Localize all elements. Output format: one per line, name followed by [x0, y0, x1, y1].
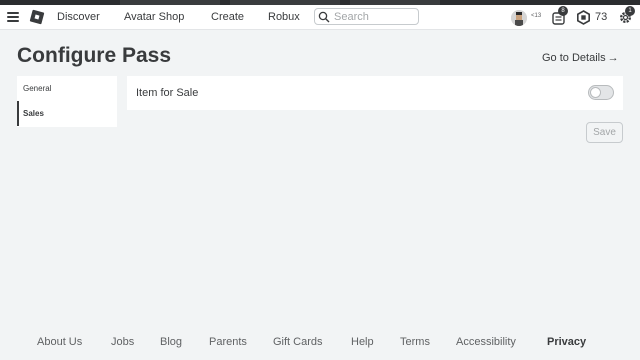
page-title: Configure Pass [17, 44, 172, 67]
nav-create[interactable]: Create [211, 11, 244, 23]
go-to-details-link[interactable]: Go to Details → [542, 52, 619, 64]
nav-discover[interactable]: Discover [57, 11, 100, 23]
footer-link-privacy[interactable]: Privacy [547, 336, 586, 348]
search-box[interactable] [314, 8, 419, 25]
configure-side-menu: General Sales [17, 76, 117, 127]
footer-link-parents[interactable]: Parents [209, 336, 247, 348]
settings-alert-badge: 1 [625, 6, 635, 16]
footer-link-accessibility[interactable]: Accessibility [456, 336, 516, 348]
menu-icon[interactable] [7, 12, 19, 22]
side-menu-item-sales[interactable]: Sales [17, 101, 117, 126]
item-for-sale-toggle[interactable] [588, 85, 614, 100]
footer-link-help[interactable]: Help [351, 336, 374, 348]
robux-icon [576, 10, 590, 25]
notifications-count-badge: 8 [558, 6, 568, 16]
footer-link-jobs[interactable]: Jobs [111, 336, 134, 348]
toggle-knob [590, 87, 601, 98]
footer-link-about-us[interactable]: About Us [37, 336, 82, 348]
side-menu-item-general[interactable]: General [17, 76, 117, 101]
top-navigation-bar: Discover Avatar Shop Create Robux <13 8 [0, 5, 640, 30]
footer-link-gift-cards[interactable]: Gift Cards [273, 336, 323, 348]
nav-avatar-shop[interactable]: Avatar Shop [124, 11, 184, 23]
notifications-button[interactable]: 8 [552, 6, 568, 25]
avatar[interactable] [511, 10, 527, 26]
age-bracket-label: <13 [531, 13, 542, 19]
roblox-logo-icon[interactable] [29, 9, 45, 25]
robux-balance[interactable]: 73 [595, 11, 607, 23]
footer-link-terms[interactable]: Terms [400, 336, 430, 348]
arrow-right-icon: → [607, 52, 619, 64]
go-to-details-label: Go to Details [542, 52, 606, 64]
robux-button[interactable] [576, 10, 591, 25]
save-button[interactable]: Save [586, 122, 623, 143]
nav-robux[interactable]: Robux [268, 11, 300, 23]
settings-button[interactable]: 1 [618, 6, 635, 25]
footer-link-blog[interactable]: Blog [160, 336, 182, 348]
search-icon [318, 11, 330, 23]
item-for-sale-label: Item for Sale [136, 87, 199, 99]
sales-settings-panel: Item for Sale [127, 76, 623, 110]
avatar-image [511, 10, 527, 26]
search-input[interactable] [334, 10, 416, 23]
